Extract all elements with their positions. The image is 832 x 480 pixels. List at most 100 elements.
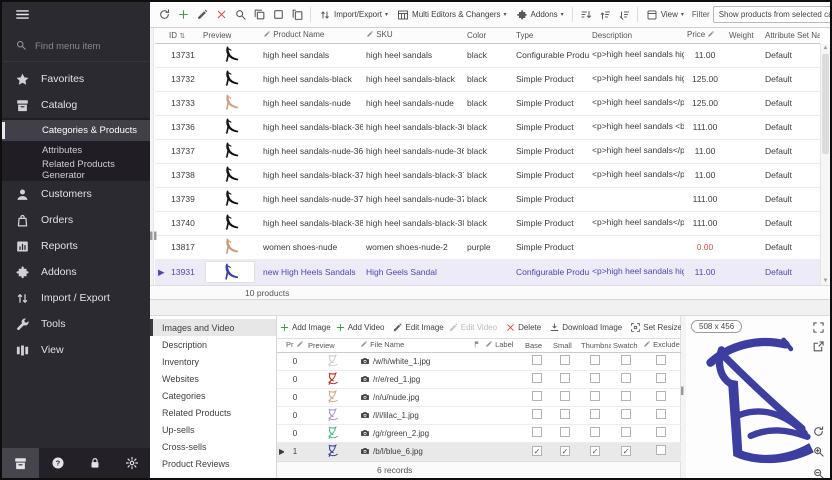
- sortza-button[interactable]: [578, 6, 594, 24]
- base-checkbox[interactable]: [532, 355, 542, 365]
- tab-related-products[interactable]: Related Products: [150, 404, 276, 421]
- thumbnail-checkbox[interactable]: [590, 391, 600, 401]
- lock-icon[interactable]: [88, 448, 102, 478]
- icol-label[interactable]: Label: [483, 339, 523, 352]
- base-checkbox[interactable]: ✓: [532, 446, 542, 456]
- tab-categories[interactable]: Categories: [150, 387, 276, 404]
- icol-small[interactable]: Small: [551, 339, 579, 352]
- sidebar-splitter[interactable]: ▌▌: [150, 28, 154, 299]
- icol-position[interactable]: Pr: [284, 339, 306, 352]
- sidebar-subitem-related-products-generator[interactable]: Related Products Generator: [2, 160, 150, 179]
- copy-button[interactable]: [251, 6, 267, 24]
- product-row[interactable]: 13732 high heel sandals-black high heel …: [155, 67, 820, 91]
- base-checkbox[interactable]: [532, 391, 542, 401]
- base-checkbox[interactable]: [532, 427, 542, 437]
- col-attribute-set[interactable]: Attribute Set Name: [762, 28, 820, 43]
- small-checkbox[interactable]: [560, 373, 570, 383]
- product-row[interactable]: 13738 high heel sandals-black-37 high he…: [155, 163, 820, 187]
- swatch-checkbox[interactable]: [621, 427, 631, 437]
- exclude-checkbox[interactable]: [656, 391, 666, 401]
- sidebar-item-import-export[interactable]: Import / Export: [2, 285, 150, 311]
- col-sku[interactable]: SKU: [363, 28, 464, 43]
- expandall-button[interactable]: [597, 6, 613, 24]
- tab-product-reviews[interactable]: Product Reviews: [150, 455, 276, 472]
- refresh-preview-icon[interactable]: [812, 425, 825, 438]
- icol-exclude[interactable]: Exclude: [641, 339, 681, 352]
- exclude-checkbox[interactable]: [656, 373, 666, 383]
- icol-base[interactable]: Base: [523, 339, 551, 352]
- col-type[interactable]: Type: [513, 28, 589, 43]
- sidebar-item-addons[interactable]: Addons: [2, 259, 150, 285]
- delete-button[interactable]: Delete: [505, 322, 541, 333]
- base-checkbox[interactable]: [532, 373, 542, 383]
- product-row[interactable]: 13817 women shoes-nude women shoes-nude-…: [155, 235, 820, 259]
- menu-import-export[interactable]: Import/Export▾: [316, 6, 391, 24]
- swatch-checkbox[interactable]: [621, 373, 631, 383]
- thumbnail-checkbox[interactable]: [590, 427, 600, 437]
- exclude-checkbox[interactable]: [656, 427, 666, 437]
- product-row[interactable]: 13737 high heel sandals-nude-36 high hee…: [155, 139, 820, 163]
- exclude-checkbox[interactable]: [656, 409, 666, 419]
- icol-flag[interactable]: [471, 339, 483, 352]
- sidebar-item-tools[interactable]: Tools: [2, 311, 150, 337]
- image-row[interactable]: 0 /r/e/red_1.jpg: [277, 370, 681, 388]
- fullscreen-icon[interactable]: [812, 321, 825, 334]
- product-row[interactable]: 13731 high heel sandals high heel sandal…: [155, 43, 820, 67]
- exclude-checkbox[interactable]: [656, 355, 666, 365]
- thumbnail-checkbox[interactable]: [590, 409, 600, 419]
- tab-cross-sells[interactable]: Cross-sells: [150, 438, 276, 455]
- menu-multi-editors-changers[interactable]: Multi Editors & Changers▾: [394, 6, 510, 24]
- product-row[interactable]: 13739 high heel sandals-nude-37 high hee…: [155, 187, 820, 211]
- download-image-button[interactable]: Download Image: [549, 322, 622, 333]
- sidebar-item-customers[interactable]: Customers: [2, 181, 150, 207]
- sidebar-subitem-categories-products[interactable]: Categories & Products: [2, 120, 150, 141]
- icol-thumbnail[interactable]: Thumbna: [579, 339, 611, 352]
- products-scrollbar[interactable]: ▲▼: [820, 44, 830, 285]
- small-checkbox[interactable]: [560, 355, 570, 365]
- small-checkbox[interactable]: [560, 391, 570, 401]
- add-video-button[interactable]: Add Video: [335, 322, 385, 333]
- image-row[interactable]: 0 /w/h/white_1.jpg: [277, 352, 681, 370]
- small-checkbox[interactable]: [560, 409, 570, 419]
- add-button[interactable]: [175, 6, 191, 24]
- gear-icon[interactable]: [125, 448, 139, 478]
- delete-button[interactable]: [213, 6, 229, 24]
- col-description[interactable]: Description: [589, 28, 684, 43]
- tab-description[interactable]: Description: [150, 336, 276, 353]
- swatch-checkbox[interactable]: [621, 409, 631, 419]
- horizontal-splitter[interactable]: [150, 300, 830, 316]
- thumbnail-checkbox[interactable]: [590, 355, 600, 365]
- search-button[interactable]: [232, 6, 248, 24]
- sidebar-subitem-attributes[interactable]: Attributes: [2, 141, 150, 160]
- small-checkbox[interactable]: ✓: [560, 446, 570, 456]
- select-button[interactable]: [270, 6, 286, 24]
- thumbnail-checkbox[interactable]: ✓: [590, 446, 600, 456]
- edit-image-button[interactable]: Edit Image: [392, 322, 443, 333]
- tab-up-sells[interactable]: Up-sells: [150, 421, 276, 438]
- base-checkbox[interactable]: [532, 409, 542, 419]
- swatch-checkbox[interactable]: [621, 355, 631, 365]
- image-row[interactable]: 0 /n/u/nude.jpg: [277, 388, 681, 406]
- col-preview[interactable]: Preview: [200, 28, 260, 43]
- product-row[interactable]: 13736 high heel sandals-black-36 high he…: [155, 115, 820, 139]
- open-external-icon[interactable]: [812, 340, 825, 353]
- filter-select[interactable]: Show products from selected categories▾: [713, 6, 832, 23]
- product-row[interactable]: 13740 high heel sandals-black-38 high he…: [155, 211, 820, 235]
- menu-addons[interactable]: Addons▾: [513, 6, 567, 24]
- refresh-button[interactable]: [156, 6, 172, 24]
- zoom-out-icon[interactable]: [812, 467, 825, 478]
- edit-button[interactable]: [194, 6, 210, 24]
- sidebar-item-view[interactable]: View: [2, 337, 150, 363]
- archive-footer-icon[interactable]: [2, 448, 39, 478]
- icol-file-name[interactable]: File Name: [358, 339, 471, 352]
- icol-preview[interactable]: Preview: [306, 339, 358, 352]
- swatch-checkbox[interactable]: ✓: [621, 446, 631, 456]
- add-image-button[interactable]: Add Image: [279, 322, 331, 333]
- swatch-checkbox[interactable]: [621, 391, 631, 401]
- view-menu[interactable]: View▾: [643, 6, 687, 24]
- product-row[interactable]: 13733 high heel sandals-nude high heel s…: [155, 91, 820, 115]
- icol-swatch[interactable]: Swatch: [611, 339, 641, 352]
- tab-websites[interactable]: Websites: [150, 370, 276, 387]
- exclude-checkbox[interactable]: [656, 445, 666, 455]
- menu-search-input[interactable]: [35, 41, 135, 52]
